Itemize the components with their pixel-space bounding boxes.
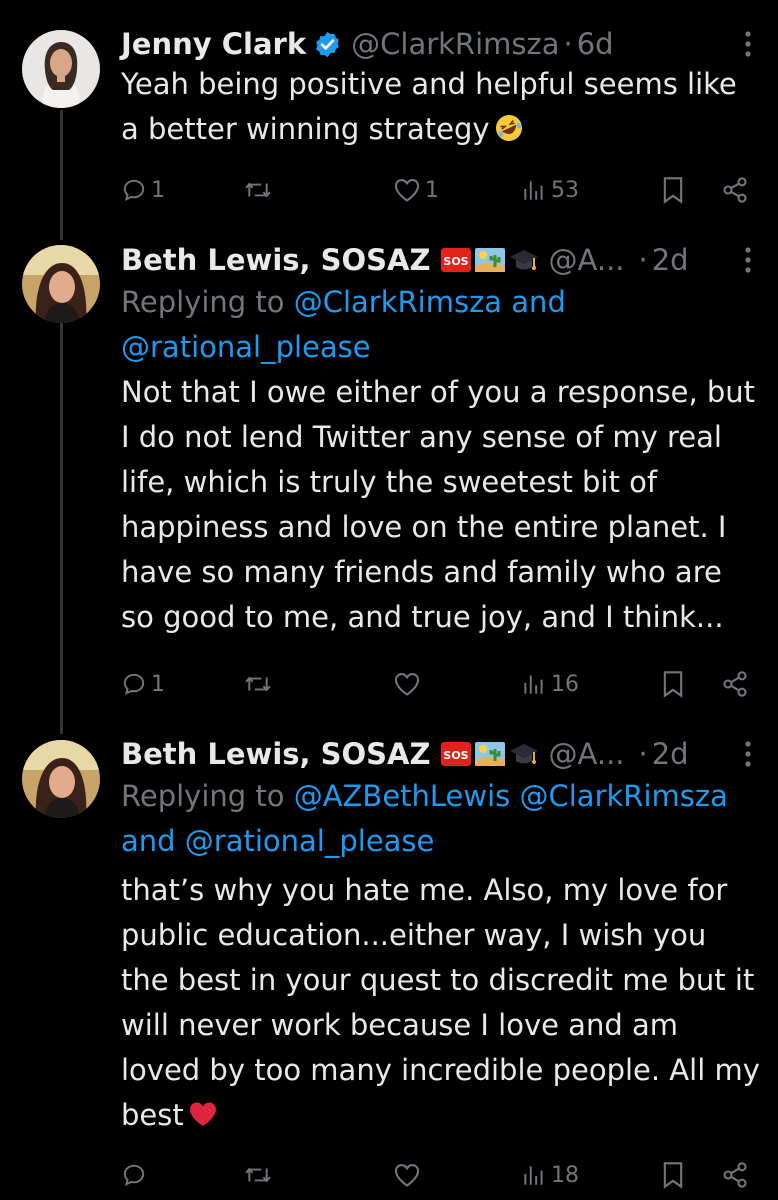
- display-name[interactable]: Beth Lewis, SOSAZ: [121, 242, 431, 278]
- views-chart-icon: [524, 1166, 543, 1185]
- sos-emoji-icon: SOS: [440, 245, 472, 275]
- display-name[interactable]: Jenny Clark: [121, 26, 306, 62]
- repost-button[interactable]: [243, 664, 277, 704]
- views-button[interactable]: 16: [521, 664, 579, 704]
- heart-icon: [394, 179, 420, 202]
- more-options-icon[interactable]: [738, 26, 758, 62]
- share-button[interactable]: [721, 170, 749, 210]
- tweet-header: Jenny Clark @ClarkRimsza · 6d: [121, 26, 758, 62]
- views-button[interactable]: 53: [521, 170, 579, 210]
- bookmark-button[interactable]: [661, 1155, 685, 1195]
- reply-count: 1: [151, 177, 165, 203]
- heart-icon: [394, 673, 420, 696]
- tweet-actions: 1 16: [121, 664, 758, 704]
- thread-line: [60, 110, 63, 240]
- heart-icon: [394, 1164, 420, 1187]
- reply-button[interactable]: 1: [121, 664, 165, 704]
- share-button[interactable]: [721, 664, 749, 704]
- repost-button[interactable]: [243, 170, 277, 210]
- thread-line: [60, 304, 63, 734]
- replying-prefix: Replying to: [121, 285, 294, 319]
- svg-text:SOS: SOS: [443, 749, 468, 762]
- timestamp[interactable]: 6d: [577, 26, 614, 62]
- like-count: 1: [425, 177, 439, 203]
- share-icon: [723, 177, 747, 203]
- replying-prefix: Replying to: [121, 779, 294, 813]
- share-icon: [723, 1162, 747, 1188]
- handle[interactable]: @A...: [549, 736, 625, 772]
- tweet-actions: 18: [121, 1155, 758, 1195]
- desert-emoji-icon: [474, 245, 506, 275]
- more-options-icon[interactable]: [738, 736, 758, 772]
- repost-icon: [245, 182, 271, 198]
- handle[interactable]: @A...: [549, 242, 625, 278]
- tweet-text: Yeah being positive and helpful seems li…: [121, 62, 741, 152]
- replying-to: Replying to @ClarkRimsza and @rational_p…: [121, 280, 621, 370]
- like-button[interactable]: [393, 664, 425, 704]
- bookmark-button[interactable]: [661, 664, 685, 704]
- separator-dot: ·: [563, 27, 573, 61]
- view-count: 18: [551, 1162, 579, 1188]
- verified-badge-icon: [313, 30, 342, 59]
- separator-dot: ·: [638, 737, 648, 771]
- bookmark-icon: [663, 671, 683, 698]
- reply-count: 1: [151, 671, 165, 697]
- reply-icon: [123, 1164, 145, 1186]
- view-count: 16: [551, 671, 579, 697]
- tweet-text: Not that I owe either of you a response,…: [121, 375, 756, 634]
- share-button[interactable]: [721, 1155, 749, 1195]
- rolling-on-floor-laughing-emoji-icon: [494, 113, 524, 143]
- bookmark-icon: [663, 1162, 683, 1189]
- name-emoji-badges: SOS: [440, 739, 540, 769]
- name-emoji-badges: SOS: [440, 245, 540, 275]
- repost-icon: [245, 1167, 271, 1183]
- avatar[interactable]: [22, 245, 100, 323]
- reply-button[interactable]: [121, 1155, 151, 1195]
- views-chart-icon: [524, 181, 543, 200]
- share-icon: [723, 671, 747, 697]
- repost-icon: [245, 676, 271, 692]
- desert-emoji-icon: [474, 739, 506, 769]
- sos-emoji-icon: SOS: [440, 739, 472, 769]
- tweet-header: Beth Lewis, SOSAZ SOS @A... · 2d: [121, 242, 758, 278]
- replying-to: Replying to @AZBethLewis @ClarkRimsza an…: [121, 774, 761, 864]
- timestamp[interactable]: 2d: [652, 242, 689, 278]
- handle[interactable]: @ClarkRimsza: [351, 26, 559, 62]
- bookmark-button[interactable]: [661, 170, 685, 210]
- graduation-cap-emoji-icon: [508, 245, 540, 275]
- views-button[interactable]: 18: [521, 1155, 579, 1195]
- red-heart-emoji-icon: [188, 1099, 218, 1129]
- avatar[interactable]: [22, 740, 100, 818]
- reply-icon: [123, 673, 145, 695]
- timestamp[interactable]: 2d: [652, 736, 689, 772]
- tweet-text-body: Yeah being positive and helpful seems li…: [121, 67, 737, 146]
- tweet-text: that’s why you hate me. Also, my love fo…: [121, 868, 761, 1138]
- tweet-header: Beth Lewis, SOSAZ SOS @A... · 2d: [121, 736, 758, 772]
- bookmark-icon: [663, 177, 683, 204]
- like-button[interactable]: [393, 1155, 425, 1195]
- tweet-actions: 1 1 53: [121, 170, 758, 210]
- display-name[interactable]: Beth Lewis, SOSAZ: [121, 736, 431, 772]
- more-options-icon[interactable]: [738, 242, 758, 278]
- tweet-text-body: that’s why you hate me. Also, my love fo…: [121, 873, 760, 1132]
- avatar[interactable]: [22, 30, 100, 108]
- separator-dot: ·: [638, 243, 648, 277]
- reply-icon: [123, 179, 145, 201]
- repost-button[interactable]: [243, 1155, 277, 1195]
- like-button[interactable]: 1: [393, 170, 439, 210]
- svg-text:SOS: SOS: [443, 255, 468, 268]
- reply-button[interactable]: 1: [121, 170, 165, 210]
- view-count: 53: [551, 177, 579, 203]
- views-chart-icon: [524, 675, 543, 694]
- graduation-cap-emoji-icon: [508, 739, 540, 769]
